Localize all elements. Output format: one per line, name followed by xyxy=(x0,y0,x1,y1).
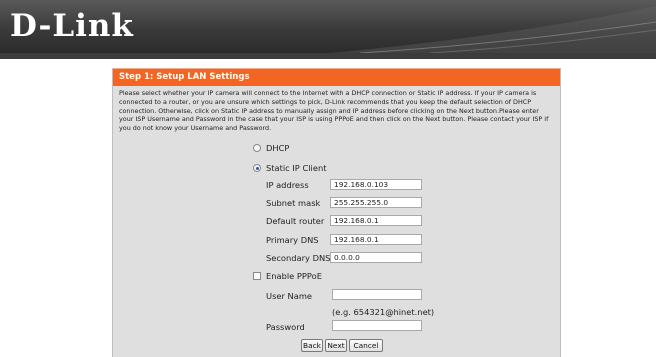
password-input[interactable] xyxy=(332,320,422,331)
back-button[interactable]: Back xyxy=(301,339,323,352)
cancel-button[interactable]: Cancel xyxy=(349,339,383,352)
subnet-mask-label: Subnet mask xyxy=(266,198,321,208)
header-banner: D-Link xyxy=(0,0,656,53)
primary-dns-label: Primary DNS xyxy=(266,235,319,245)
default-router-label: Default router xyxy=(266,216,325,226)
default-router-input[interactable]: 192.168.0.1 xyxy=(330,215,422,226)
enable-pppoe-label[interactable]: Enable PPPoE xyxy=(266,270,322,282)
dhcp-label[interactable]: DHCP xyxy=(266,142,289,154)
intro-text: Please select whether your IP camera wil… xyxy=(119,89,549,133)
subnet-mask-input[interactable]: 255.255.255.0 xyxy=(330,197,422,208)
enable-pppoe-checkbox[interactable] xyxy=(253,272,261,280)
static-ip-radio[interactable] xyxy=(253,164,261,172)
secondary-dns-label: Secondary DNS xyxy=(266,253,331,263)
secondary-dns-input[interactable]: 0.0.0.0 xyxy=(330,252,422,263)
ip-address-label: IP address xyxy=(266,180,309,190)
dhcp-radio[interactable] xyxy=(253,144,261,152)
header-divider xyxy=(0,53,656,59)
next-button[interactable]: Next xyxy=(325,339,347,352)
ip-address-input[interactable]: 192.168.0.103 xyxy=(330,179,422,190)
primary-dns-input[interactable]: 192.168.0.1 xyxy=(330,234,422,245)
static-ip-label[interactable]: Static IP Client xyxy=(266,162,326,174)
username-hint: (e.g. 654321@hinet.net) xyxy=(332,307,435,317)
password-label: Password xyxy=(266,322,305,332)
panel-title: Step 1: Setup LAN Settings xyxy=(113,69,560,86)
username-label: User Name xyxy=(266,291,313,301)
username-input[interactable] xyxy=(332,289,422,300)
dlink-logo: D-Link xyxy=(10,8,134,44)
